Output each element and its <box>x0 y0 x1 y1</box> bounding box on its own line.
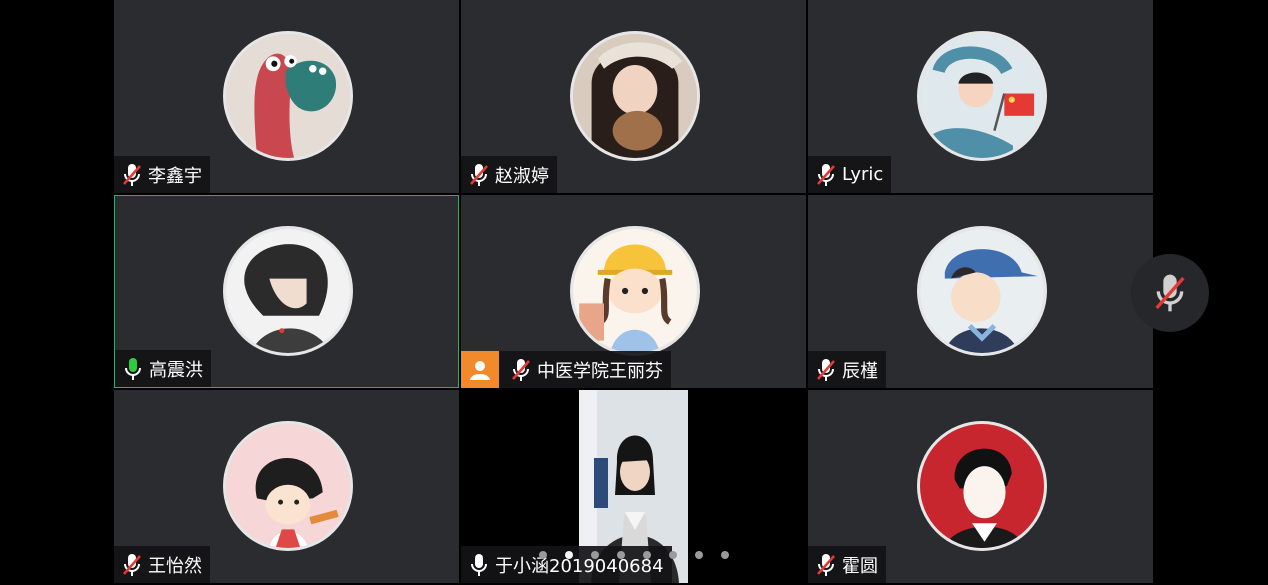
avatar <box>569 30 700 161</box>
mic-muted-icon <box>512 358 530 381</box>
avatar <box>916 30 1047 161</box>
avatar <box>222 225 353 356</box>
mic-muted-icon <box>817 358 835 381</box>
avatar <box>222 30 353 161</box>
page-dot[interactable] <box>669 551 677 559</box>
page-dot[interactable] <box>721 551 729 559</box>
page-dot[interactable] <box>695 551 703 559</box>
avatar <box>222 420 353 551</box>
avatar <box>916 420 1047 551</box>
participant-grid: 李鑫宇 赵淑婷 Lyric 高震洪 中医学院王丽芬 辰槿 王怡然 于小涵2019… <box>114 0 1154 585</box>
mic-muted-icon <box>123 163 141 186</box>
participant-name: 赵淑婷 <box>495 165 549 187</box>
avatar <box>569 225 700 356</box>
host-icon <box>461 351 499 388</box>
mic-muted-icon <box>470 163 488 186</box>
participant-name: 辰槿 <box>842 360 878 382</box>
mic-muted-icon <box>817 163 835 186</box>
participant-tile[interactable]: 中医学院王丽芬 <box>461 195 806 388</box>
participant-name: 李鑫宇 <box>148 165 202 187</box>
page-dot[interactable] <box>591 551 599 559</box>
name-bar: 辰槿 <box>808 351 886 388</box>
page-dot[interactable] <box>539 551 547 559</box>
mic-muted-icon <box>1155 274 1185 312</box>
mic-speaking-icon <box>125 357 141 380</box>
participant-name: Lyric <box>842 164 884 185</box>
participant-name: 高震洪 <box>149 359 203 381</box>
name-bar: 高震洪 <box>115 350 211 387</box>
mute-toggle-button[interactable] <box>1131 254 1209 332</box>
page-indicator[interactable] <box>0 551 1268 559</box>
participant-tile[interactable]: 辰槿 <box>808 195 1153 388</box>
page-dot[interactable] <box>617 551 625 559</box>
avatar <box>916 225 1047 356</box>
name-bar: 中医学院王丽芬 <box>461 351 671 388</box>
participant-name: 中医学院王丽芬 <box>537 360 663 382</box>
participant-tile[interactable]: 李鑫宇 <box>114 0 459 193</box>
participant-tile-active-speaker[interactable]: 高震洪 <box>114 195 459 388</box>
name-bar: 李鑫宇 <box>114 156 210 193</box>
participant-tile[interactable]: 赵淑婷 <box>461 0 806 193</box>
name-bar: Lyric <box>808 156 892 193</box>
page-dot-current[interactable] <box>565 551 573 559</box>
participant-tile[interactable]: Lyric <box>808 0 1153 193</box>
page-dot[interactable] <box>643 551 651 559</box>
name-bar: 赵淑婷 <box>461 156 557 193</box>
